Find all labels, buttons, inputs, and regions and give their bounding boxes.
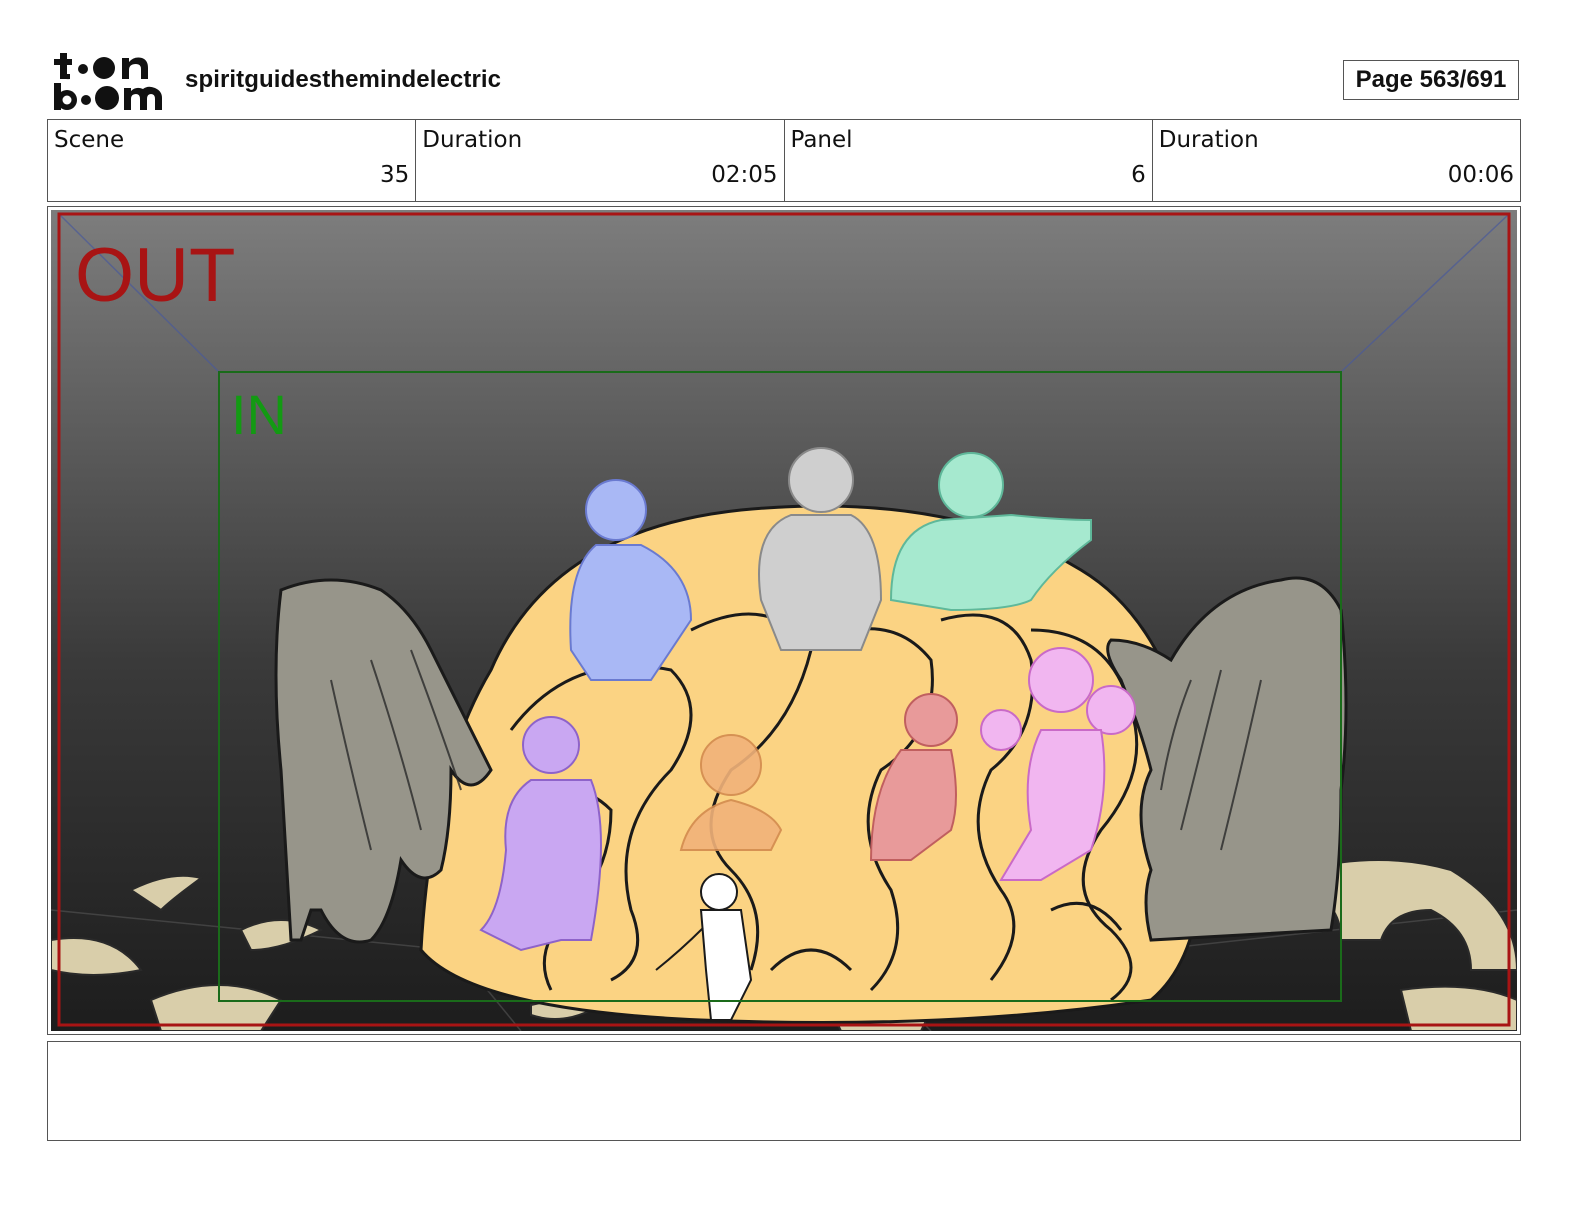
panel-label: Panel [790,127,853,153]
panel-drawing [51,210,1517,1031]
panel-value: 6 [1131,162,1146,188]
scene-duration-value: 02:05 [711,162,778,188]
panel-notes-box [47,1041,1521,1141]
panel-info-table: Scene 35 Duration 02:05 Panel 6 Duration… [47,119,1521,202]
out-frame-label: OUT [75,233,236,318]
scene-value: 35 [379,162,410,188]
storyboard-panel-image: OUT IN [51,210,1517,1031]
panel-duration-value: 00:06 [1447,162,1514,188]
toon-boom-logo [52,50,164,112]
panel-duration-cell: Duration 00:06 [1153,120,1520,201]
page-label: Page 563/691 [1355,66,1507,93]
panel-duration-label: Duration [1158,127,1259,153]
panel-cell: Panel 6 [785,120,1153,201]
page-indicator: Page 563/691 [1343,60,1519,100]
in-frame-label: IN [231,383,287,446]
scene-label: Scene [54,127,125,153]
project-title: spiritguidesthemindelectric [185,66,502,93]
scene-cell: Scene 35 [48,120,417,201]
scene-duration-cell: Duration 02:05 [416,120,785,201]
scene-duration-label: Duration [422,127,523,153]
